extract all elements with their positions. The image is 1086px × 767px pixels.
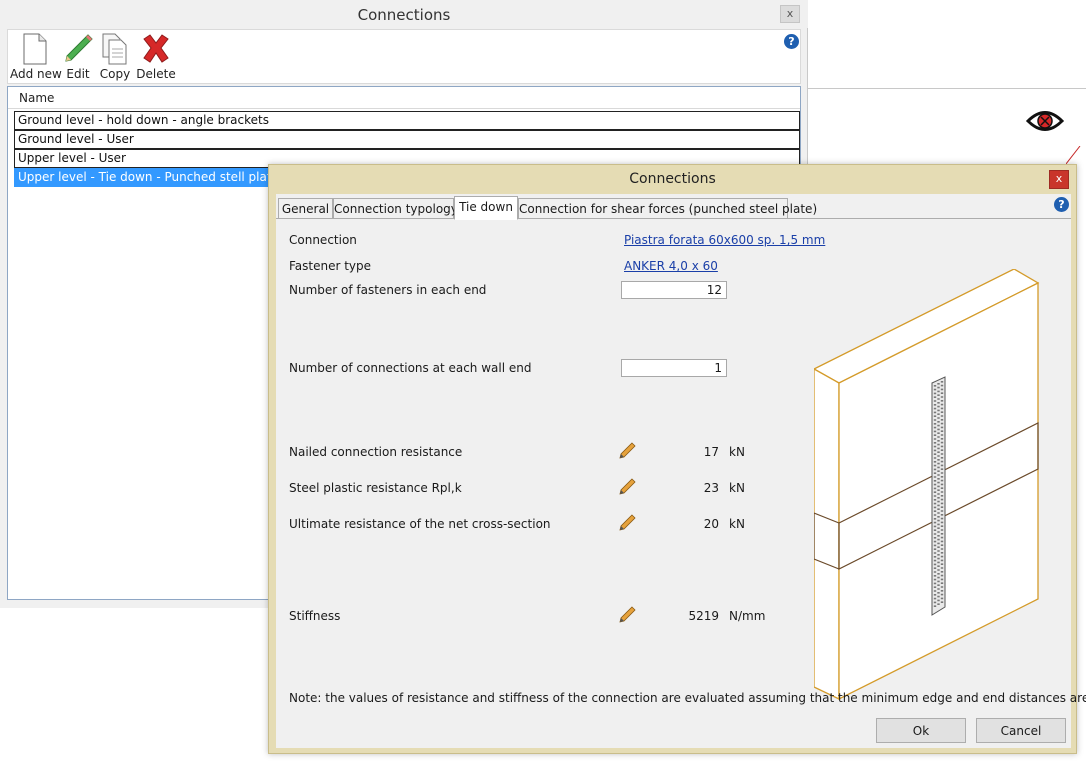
stiffness-unit: N/mm xyxy=(729,609,766,623)
stiffness-value: 5219 xyxy=(688,609,719,623)
background-help-icon[interactable]: ? xyxy=(784,34,799,49)
pencil-icon[interactable] xyxy=(618,606,636,624)
cancel-button[interactable]: Cancel xyxy=(976,718,1066,743)
edit-label: Edit xyxy=(66,67,90,81)
tie-down-wall-drawing xyxy=(814,269,1040,701)
delete-x-icon xyxy=(143,34,169,63)
pencil-icon xyxy=(65,34,93,62)
list-header-name[interactable]: Name xyxy=(8,87,800,109)
eye-visibility-icon[interactable] xyxy=(1026,108,1064,134)
background-divider xyxy=(808,88,1086,89)
tab-shear-connection[interactable]: Connection for shear forces (punched ste… xyxy=(518,198,817,219)
connection-link[interactable]: Piastra forata 60x600 sp. 1,5 mm xyxy=(624,233,825,247)
copy-label: Copy xyxy=(99,67,131,81)
add-new-button[interactable]: Add new xyxy=(10,30,62,84)
background-close-button[interactable]: x xyxy=(780,5,800,23)
ok-button[interactable]: Ok xyxy=(876,718,966,743)
connection-label: Connection xyxy=(289,233,357,247)
tab-general[interactable]: General xyxy=(278,198,333,219)
pencil-icon[interactable] xyxy=(618,442,636,460)
pencil-icon[interactable] xyxy=(618,478,636,496)
toolbar: Add new Edit Copy Delete ? xyxy=(7,29,801,84)
connections-each-end-input[interactable]: 1 xyxy=(621,359,727,377)
connections-dialog: Connections x General Connection typolog… xyxy=(268,164,1086,754)
list-item[interactable]: Ground level - User xyxy=(14,130,800,149)
tab-connection-typology[interactable]: Connection typology xyxy=(333,198,458,219)
ultimate-resistance-unit: kN xyxy=(729,517,745,531)
background-window-title: Connections xyxy=(357,6,451,24)
tie-down-panel: Connection Piastra forata 60x600 sp. 1,5… xyxy=(276,218,1086,748)
fastener-type-link[interactable]: ANKER 4,0 x 60 xyxy=(624,259,718,273)
pencil-icon[interactable] xyxy=(618,514,636,532)
copy-icon xyxy=(102,33,127,65)
steel-plastic-resistance-unit: kN xyxy=(729,481,745,495)
nailed-resistance-unit: kN xyxy=(729,445,745,459)
ultimate-resistance-value: 20 xyxy=(703,517,719,531)
nailed-resistance-label: Nailed connection resistance xyxy=(289,445,463,459)
dialog-help-icon[interactable]: ? xyxy=(1054,197,1069,212)
dialog-body: General Connection typology Tie down Con… xyxy=(276,194,1086,748)
copy-button[interactable]: Copy xyxy=(98,30,132,84)
background-drawing-line xyxy=(1066,146,1081,165)
list-item[interactable]: Ground level - hold down - angle bracket… xyxy=(14,111,800,130)
background-title-bar: Connections x xyxy=(0,0,808,28)
add-new-label: Add new xyxy=(10,67,62,81)
delete-button[interactable]: Delete xyxy=(136,30,176,84)
steel-plastic-resistance-label: Steel plastic resistance Rpl,k xyxy=(289,481,462,495)
tab-tie-down[interactable]: Tie down xyxy=(454,196,518,220)
nailed-resistance-value: 17 xyxy=(703,445,719,459)
connections-each-end-label: Number of connections at each wall end xyxy=(289,361,532,375)
ultimate-resistance-label: Ultimate resistance of the net cross-sec… xyxy=(289,517,551,531)
edit-button[interactable]: Edit xyxy=(60,30,96,84)
fasteners-each-end-input[interactable]: 12 xyxy=(621,281,727,299)
stiffness-label: Stiffness xyxy=(289,609,341,623)
steel-plastic-resistance-value: 23 xyxy=(703,481,719,495)
evaluation-note: Note: the values of resistance and stiff… xyxy=(289,691,1086,705)
fasteners-each-end-label: Number of fasteners in each end xyxy=(289,283,487,297)
delete-label: Delete xyxy=(136,67,176,81)
dialog-title: Connections xyxy=(629,171,716,187)
fastener-type-label: Fastener type xyxy=(289,259,372,273)
dialog-close-button[interactable]: x xyxy=(1049,170,1069,189)
new-document-icon xyxy=(23,33,47,65)
